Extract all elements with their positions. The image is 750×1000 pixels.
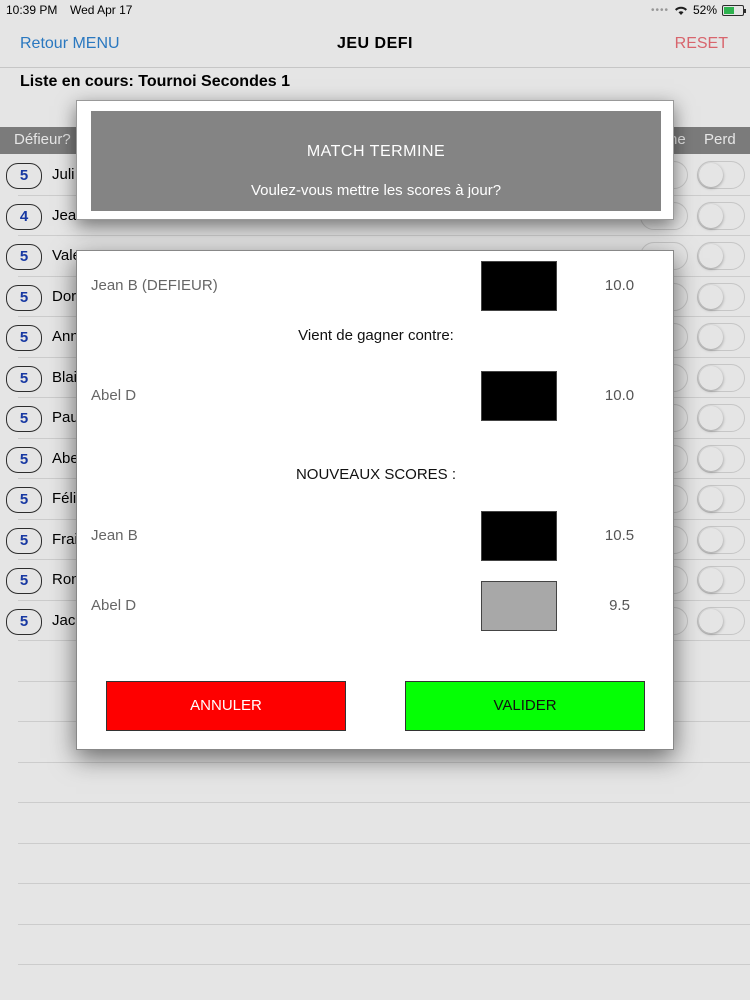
winner-label: Jean B (DEFIEUR)	[91, 277, 218, 294]
new-winner-color-box	[481, 511, 557, 561]
loser-label: Abel D	[91, 387, 137, 404]
new-loser-score: 9.5	[609, 597, 630, 614]
vs-text: Vient de gagner contre:	[298, 327, 454, 344]
alert-message: Voulez-vous mettre les scores à jour?	[250, 182, 502, 199]
match-finished-alert: MATCH TERMINE Voulez-vous mettre les sco…	[76, 100, 674, 220]
cancel-button[interactable]: ANNULER	[106, 681, 346, 731]
new-scores-title: NOUVEAUX SCORES :	[295, 466, 457, 483]
winner-score: 10.0	[604, 277, 635, 294]
new-loser-label: Abel D	[91, 597, 137, 614]
new-winner-score: 10.5	[604, 527, 635, 544]
score-update-dialog: Jean B (DEFIEUR) 10.0 Vient de gagner co…	[76, 250, 674, 750]
loser-color-box	[481, 371, 557, 421]
new-loser-color-box	[481, 581, 557, 631]
alert-panel: MATCH TERMINE Voulez-vous mettre les sco…	[91, 111, 661, 211]
alert-title: MATCH TERMINE	[306, 143, 446, 160]
validate-button[interactable]: VALIDER	[405, 681, 645, 731]
winner-color-box	[481, 261, 557, 311]
loser-score: 10.0	[604, 387, 635, 404]
new-winner-label: Jean B	[91, 527, 138, 544]
